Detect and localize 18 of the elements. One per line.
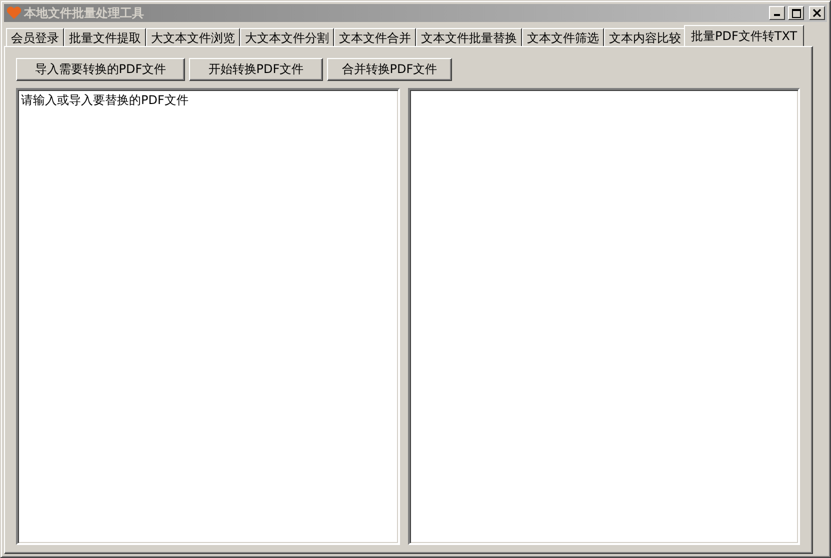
- action-button[interactable]: 合并转换PDF文件: [327, 58, 452, 81]
- tab[interactable]: 大文本文件分割: [240, 28, 334, 46]
- tab[interactable]: 文本文件批量替换: [416, 28, 522, 46]
- output-field[interactable]: [408, 88, 800, 545]
- tab[interactable]: 文本文件合并: [334, 28, 416, 46]
- maximize-icon: [792, 8, 800, 18]
- tab[interactable]: 大文本文件浏览: [146, 28, 240, 46]
- tab[interactable]: 批量PDF文件转TXT: [684, 25, 804, 46]
- action-button[interactable]: 开始转换PDF文件: [189, 58, 323, 81]
- heart-icon: [6, 6, 22, 20]
- close-icon: [813, 9, 821, 17]
- tab[interactable]: 文本内容比较: [604, 28, 686, 46]
- tab[interactable]: 会员登录: [6, 28, 64, 46]
- action-button[interactable]: 导入需要转换的PDF文件: [16, 58, 185, 81]
- tab[interactable]: 文本文件筛选: [522, 28, 604, 46]
- input-field[interactable]: 请输入或导入要替换的PDF文件: [16, 88, 400, 545]
- tab[interactable]: 批量文件提取: [64, 28, 146, 46]
- window-title: 本地文件批量处理工具: [24, 4, 145, 22]
